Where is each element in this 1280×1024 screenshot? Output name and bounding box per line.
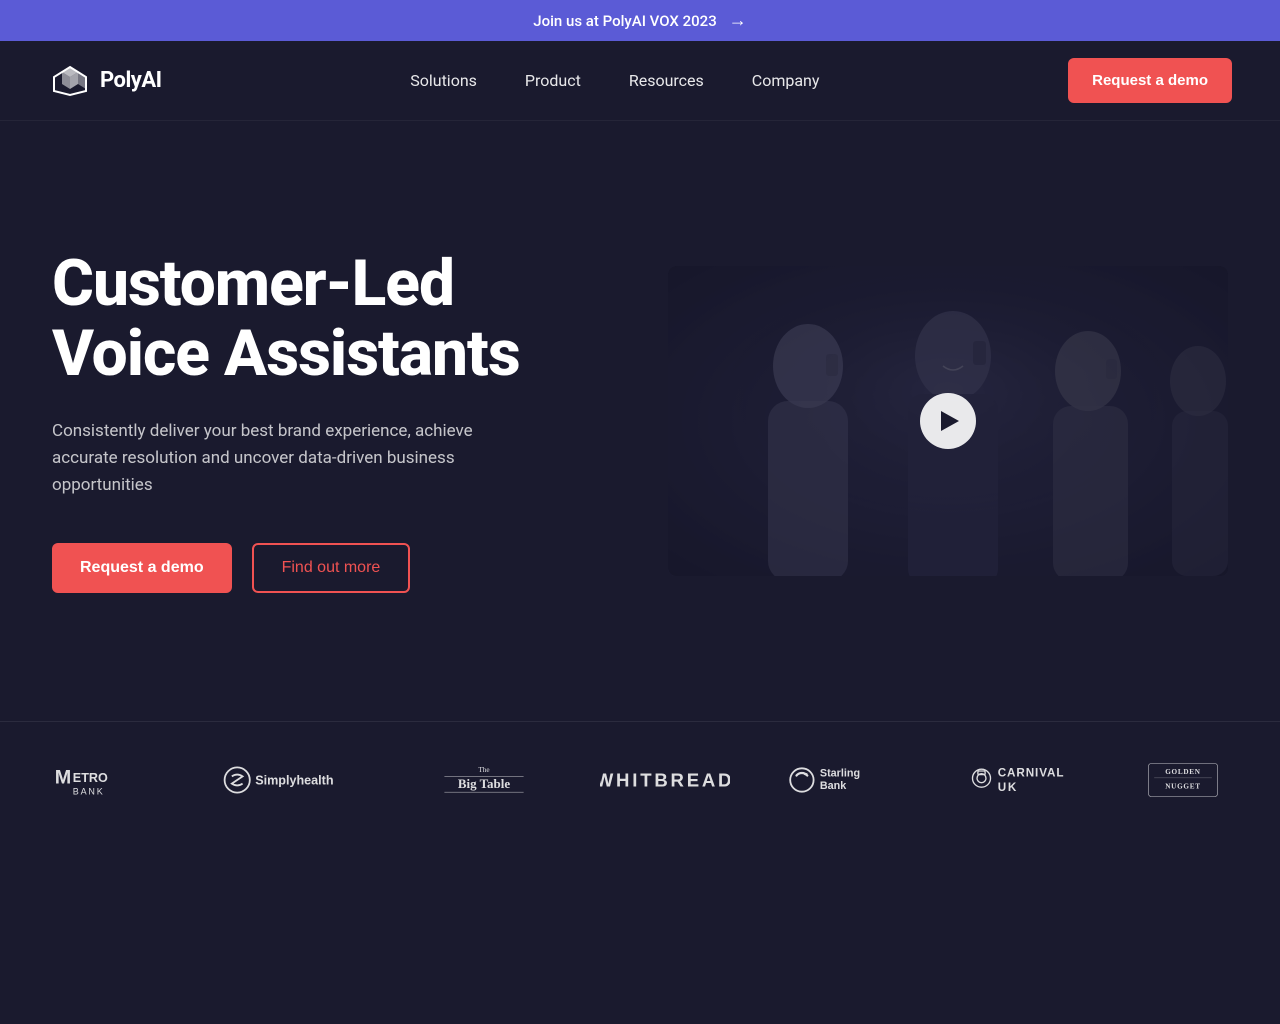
hero-video[interactable] <box>668 266 1228 576</box>
nav-product[interactable]: Product <box>525 71 581 90</box>
hero-title: Customer-Led Voice Assistants <box>52 249 520 390</box>
starling-bank-logo: Starling Bank <box>786 762 906 798</box>
nav-solutions[interactable]: Solutions <box>410 71 477 90</box>
logo-carnival-uk: CARNIVAL UK <box>962 762 1082 798</box>
nav-company[interactable]: Company <box>752 71 820 90</box>
hero-buttons: Request a demo Find out more <box>52 543 520 593</box>
big-table-logo: The Big Table <box>424 762 544 798</box>
logo-big-table: The Big Table <box>424 762 544 798</box>
nav-request-demo-button[interactable]: Request a demo <box>1068 58 1232 103</box>
svg-text:BANK: BANK <box>73 786 105 796</box>
play-triangle-icon <box>941 411 959 431</box>
logo[interactable]: PolyAI <box>48 63 162 99</box>
banner-text: Join us at PolyAI VOX 2023 <box>533 12 717 30</box>
play-button[interactable] <box>920 393 976 449</box>
hero-find-out-more-button[interactable]: Find out more <box>252 543 411 593</box>
golden-nugget-logo: GOLDEN NUGGET <box>1138 762 1228 798</box>
svg-text:Simplyhealth: Simplyhealth <box>255 774 333 788</box>
logo-whitbread: WHITBREAD <box>600 762 730 798</box>
hero-subtitle: Consistently deliver your best brand exp… <box>52 418 492 500</box>
whitbread-logo: WHITBREAD <box>600 762 730 798</box>
logo-metro-bank: M ETRO BANK <box>52 762 162 798</box>
svg-text:The: The <box>478 766 489 774</box>
svg-text:GOLDEN: GOLDEN <box>1165 768 1201 776</box>
navbar: PolyAI Solutions Product Resources Compa… <box>0 41 1280 121</box>
simplyhealth-logo: Simplyhealth <box>218 762 368 798</box>
banner-arrow-icon: → <box>729 10 747 31</box>
logo-text: PolyAI <box>100 68 162 93</box>
logo-simplyhealth: Simplyhealth <box>218 762 368 798</box>
hero-content: Customer-Led Voice Assistants Consistent… <box>52 249 520 593</box>
logo-golden-nugget: GOLDEN NUGGET <box>1138 762 1228 798</box>
svg-text:Bank: Bank <box>820 780 846 792</box>
svg-text:NUGGET: NUGGET <box>1165 783 1200 791</box>
logo-starling-bank: Starling Bank <box>786 762 906 798</box>
nav-links: Solutions Product Resources Company <box>410 71 819 90</box>
hero-request-demo-button[interactable]: Request a demo <box>52 543 232 593</box>
svg-text:M: M <box>55 767 71 789</box>
svg-text:UK: UK <box>998 781 1018 794</box>
carnival-uk-logo: CARNIVAL UK <box>962 762 1082 798</box>
hero-section: Customer-Led Voice Assistants Consistent… <box>0 121 1280 721</box>
svg-text:CARNIVAL: CARNIVAL <box>998 766 1065 779</box>
svg-text:Starling: Starling <box>820 767 860 779</box>
metro-bank-logo: M ETRO BANK <box>52 762 162 798</box>
svg-text:WHITBREAD: WHITBREAD <box>600 770 730 791</box>
top-banner[interactable]: Join us at PolyAI VOX 2023 → <box>0 0 1280 41</box>
logos-section: M ETRO BANK Simplyhealth The Big Table W… <box>0 721 1280 838</box>
svg-text:ETRO: ETRO <box>73 771 108 785</box>
nav-resources[interactable]: Resources <box>629 71 704 90</box>
logo-icon <box>48 63 92 99</box>
svg-text:Big Table: Big Table <box>458 776 510 791</box>
